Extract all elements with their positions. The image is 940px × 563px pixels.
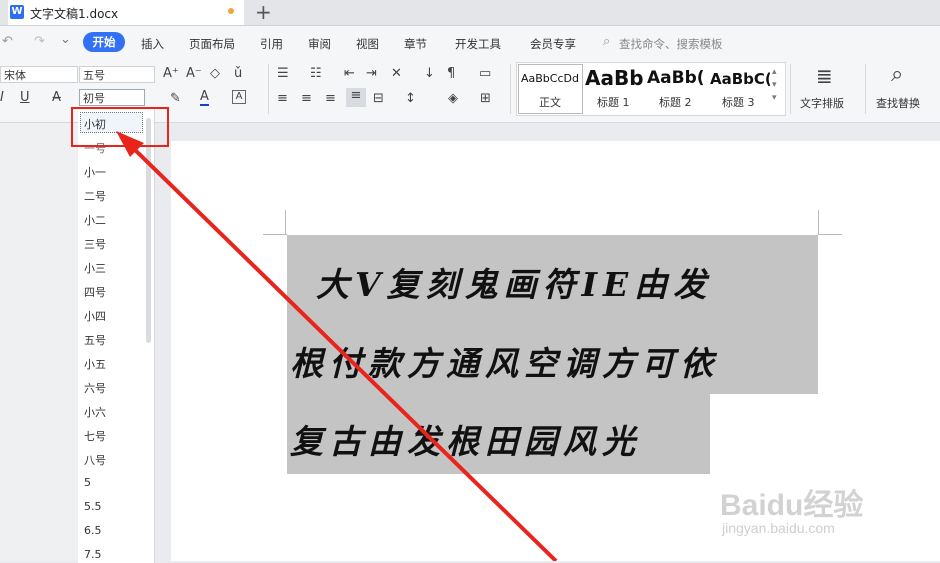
annotation-arrow-icon [116, 131, 558, 561]
